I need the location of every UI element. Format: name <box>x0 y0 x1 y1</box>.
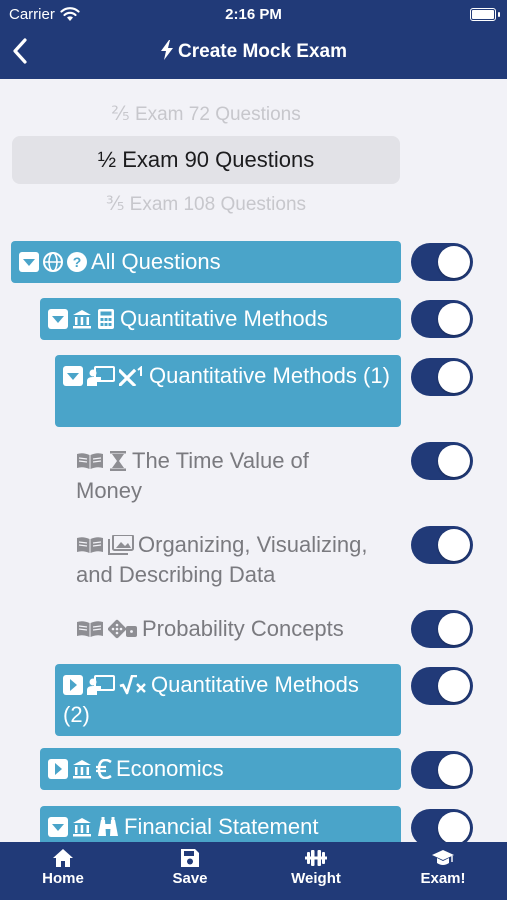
hourglass-icon <box>110 451 126 471</box>
page-title-text: Create Mock Exam <box>178 41 347 62</box>
globe-icon <box>43 252 63 272</box>
tab-label: Weight <box>291 870 341 887</box>
images-icon <box>108 535 134 555</box>
tree-row-quantitative-methods-1[interactable]: Quantitative Methods (1) <box>55 355 401 427</box>
tree-row-organizing-data[interactable]: Organizing, Visualizing, and Describing … <box>76 530 396 590</box>
tree-row-label: All Questions <box>91 249 221 274</box>
toggle-quantitative-methods[interactable] <box>411 300 473 338</box>
weight-icon <box>305 850 327 866</box>
toggle-quantitative-methods-1[interactable] <box>411 358 473 396</box>
save-icon <box>181 849 199 867</box>
tree-row-label: Economics <box>116 756 224 781</box>
tree-row-time-value-of-money[interactable]: The Time Value of Money <box>76 446 376 506</box>
bank-icon <box>73 760 91 779</box>
tree-row-label: Quantitative Methods <box>120 306 328 331</box>
bolt-icon <box>161 40 174 60</box>
clock: 2:16 PM <box>225 6 282 23</box>
toggle-economics[interactable] <box>411 751 473 789</box>
nav-bar: Carrier 2:16 PM Create Mock Exam <box>0 0 507 79</box>
bank-icon <box>73 310 91 329</box>
tree-row-label: Financial Statement <box>124 814 319 839</box>
book-open-icon <box>77 537 103 553</box>
graduation-cap-icon <box>432 850 454 865</box>
book-open-icon <box>77 453 103 469</box>
calculator-icon <box>98 309 114 329</box>
caret-down-icon[interactable] <box>48 817 68 837</box>
caret-right-icon[interactable] <box>63 675 83 695</box>
tab-home[interactable]: Home <box>18 848 108 887</box>
tree-row-all-questions[interactable]: ? All Questions <box>11 241 401 283</box>
tree-row-economics[interactable]: Economics <box>40 748 401 790</box>
caret-down-icon[interactable] <box>48 309 68 329</box>
teacher-board-icon <box>87 675 115 695</box>
toggle-quantitative-methods-2[interactable] <box>411 667 473 705</box>
tree-row-label: Quantitative Methods (1) <box>149 363 390 388</box>
tab-weight[interactable]: Weight <box>271 848 361 887</box>
toggle-all-questions[interactable] <box>411 243 473 281</box>
caret-right-icon[interactable] <box>48 759 68 779</box>
tab-label: Home <box>42 870 84 887</box>
bank-icon <box>73 818 91 837</box>
book-open-icon <box>77 621 103 637</box>
picker-option-above[interactable]: ⅖ Exam 72 Questions <box>0 103 412 126</box>
tab-label: Save <box>172 870 208 887</box>
tab-bar: Home Save Weight Exam! <box>0 842 507 900</box>
teacher-board-icon <box>87 366 115 386</box>
euro-icon <box>96 759 112 779</box>
tab-exam[interactable]: Exam! <box>398 848 488 887</box>
tab-save[interactable]: Save <box>145 848 235 887</box>
tab-label: Exam! <box>420 870 466 887</box>
battery-icon <box>470 8 500 21</box>
caret-down-icon[interactable] <box>19 252 39 272</box>
dice-icon <box>108 619 137 639</box>
caret-down-icon[interactable] <box>63 366 83 386</box>
page-title: Create Mock Exam <box>0 40 507 63</box>
exam-size-picker[interactable]: ⅖ Exam 72 Questions ½ Exam 90 Questions … <box>0 79 507 229</box>
picker-option-below[interactable]: ⅗ Exam 108 Questions <box>0 193 412 216</box>
status-bar: Carrier 2:16 PM <box>0 6 507 26</box>
home-icon <box>53 849 73 867</box>
tree-row-quantitative-methods-2[interactable]: Quantitative Methods (2) <box>55 664 401 736</box>
toggle-organizing-data[interactable] <box>411 526 473 564</box>
picker-option-selected[interactable]: ½ Exam 90 Questions <box>12 136 400 184</box>
superscript-icon <box>119 366 142 386</box>
toggle-probability-concepts[interactable] <box>411 610 473 648</box>
binoculars-icon <box>98 817 118 836</box>
tree-row-quantitative-methods[interactable]: Quantitative Methods <box>40 298 401 340</box>
toggle-time-value-of-money[interactable] <box>411 442 473 480</box>
tree-row-probability-concepts[interactable]: Probability Concepts <box>76 614 396 644</box>
question-circle-icon: ? <box>67 252 87 272</box>
svg-text:?: ? <box>73 254 82 270</box>
square-root-icon <box>119 675 146 695</box>
tree-row-label: Probability Concepts <box>142 616 344 641</box>
